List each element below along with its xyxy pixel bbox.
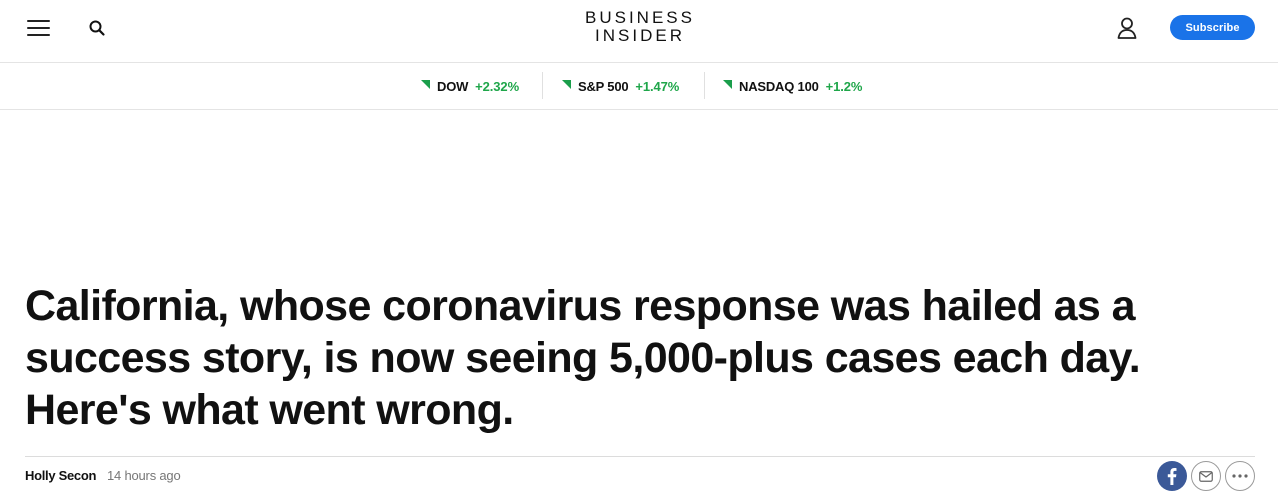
ticker-sp500[interactable]: S&P 500 +1.47% [562,63,679,109]
up-arrow-icon [562,79,571,89]
ticker-name: NASDAQ 100 [739,78,819,94]
byline-divider [25,456,1255,457]
ticker-change: +2.32% [475,78,520,94]
ticker-name: S&P 500 [578,78,629,94]
share-email-button[interactable] [1191,461,1221,491]
ticker-nasdaq100[interactable]: NASDAQ 100 +1.2% [723,63,862,109]
facebook-icon [1167,467,1177,485]
site-logo[interactable]: BUSINESS INSIDER [560,9,720,45]
ticker-change: +1.2% [825,78,863,94]
logo-line-2: INSIDER [595,26,685,45]
ticker-name: DOW [437,78,469,94]
up-arrow-icon [723,79,732,89]
more-icon [1232,474,1248,478]
market-ticker-bar: DOW +2.32% S&P 500 +1.47% NASDAQ 100 +1.… [0,63,1278,110]
share-facebook-button[interactable] [1157,461,1187,491]
up-arrow-icon [421,79,430,89]
logo-line-1: BUSINESS [585,8,695,27]
publish-time: 14 hours ago [107,468,181,483]
menu-icon[interactable] [27,19,50,37]
ticker-change: +1.47% [635,78,680,94]
account-icon[interactable] [1116,16,1138,40]
ticker-dow[interactable]: DOW +2.32% [421,63,519,109]
subscribe-button[interactable]: Subscribe [1170,15,1255,40]
mail-icon [1199,470,1213,482]
site-header: BUSINESS INSIDER Subscribe [0,0,1278,63]
article-headline: California, whose coronavirus response w… [25,282,1141,434]
search-icon[interactable] [88,19,106,37]
ticker-divider [542,72,543,99]
ticker-divider [704,72,705,99]
author-name[interactable]: Holly Secon [25,468,96,483]
share-more-button[interactable] [1225,461,1255,491]
